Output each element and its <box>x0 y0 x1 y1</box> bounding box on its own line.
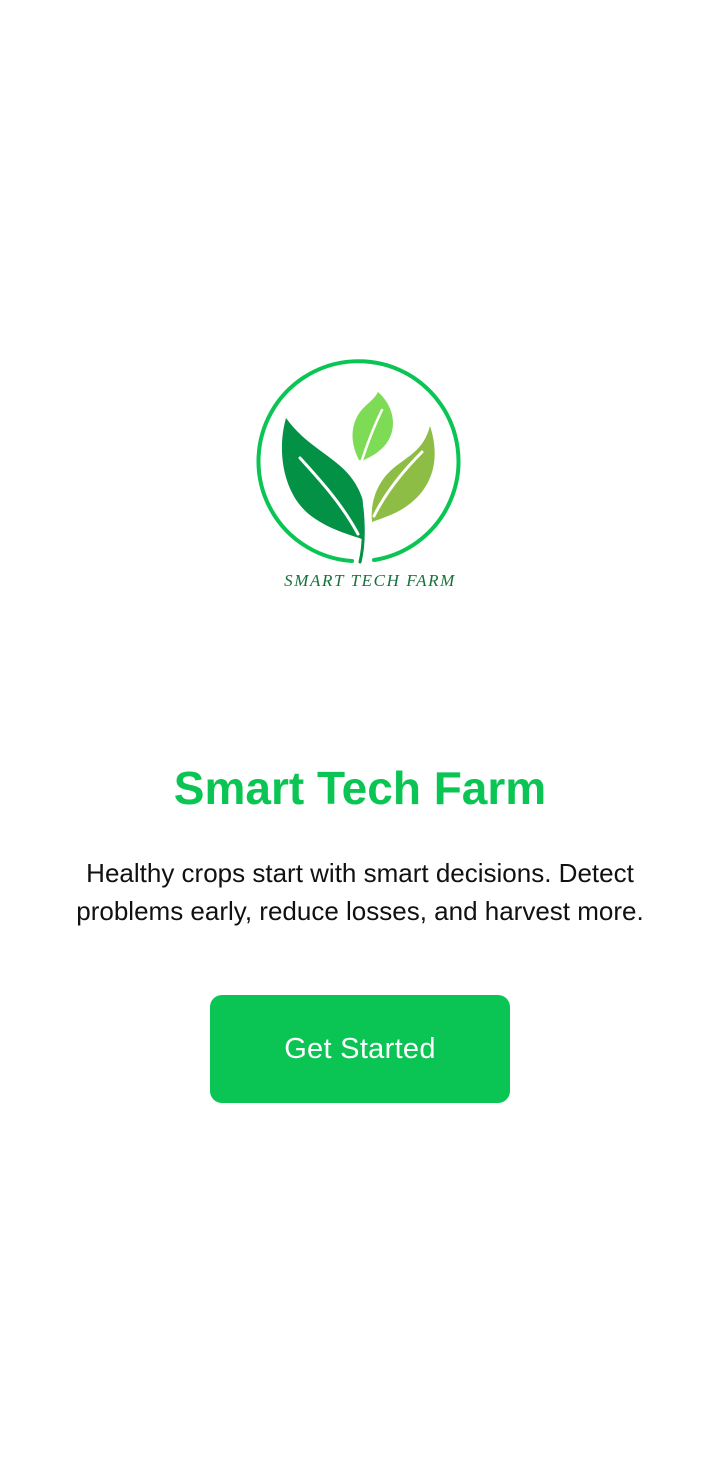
get-started-button[interactable]: Get Started <box>210 995 510 1103</box>
leaf-sprout-logo-icon: SMART TECH FARM <box>256 359 461 590</box>
logo-wordmark: SMART TECH FARM <box>284 571 456 590</box>
tagline-text: Healthy crops start with smart decisions… <box>76 858 644 926</box>
app-logo: SMART TECH FARM <box>254 358 466 594</box>
app-title: Smart Tech Farm <box>173 762 547 814</box>
